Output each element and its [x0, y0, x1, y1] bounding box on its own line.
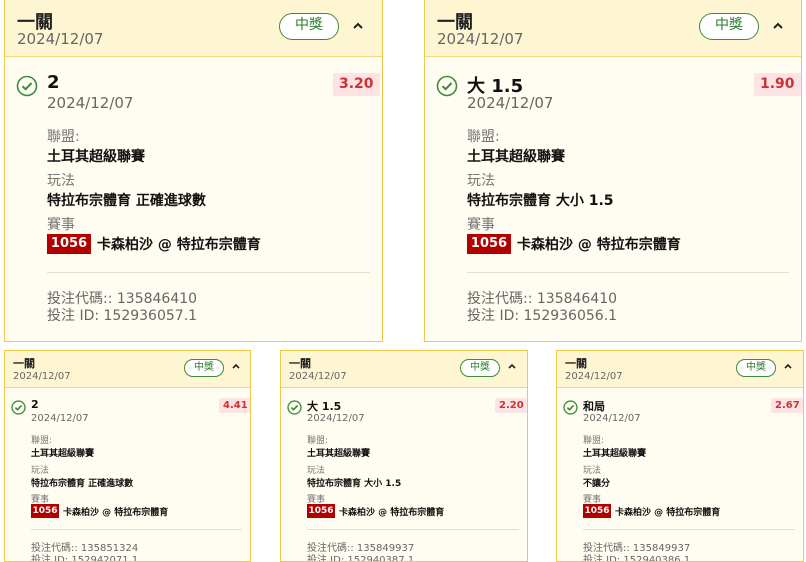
event-code: 1056	[467, 234, 511, 254]
event-name: 卡森柏沙 @ 特拉布宗體育	[97, 237, 261, 253]
event-code: 1056	[307, 504, 335, 518]
market-label: 玩法	[467, 173, 495, 189]
chevron-up-icon[interactable]	[783, 361, 793, 371]
odds-badge: 1.90	[754, 73, 801, 96]
check-circle-icon	[436, 75, 458, 97]
bet-date: 2024/12/07	[17, 30, 104, 48]
chevron-up-icon[interactable]	[771, 19, 785, 33]
event-name: 卡森柏沙 @ 特拉布宗體育	[339, 507, 445, 518]
bet-card: 一關 2024/12/07 中獎 2 2024/12/07 4.41 聯盟: 土…	[4, 350, 251, 562]
event-name: 卡森柏沙 @ 特拉布宗體育	[63, 507, 169, 518]
league-label: 聯盟:	[31, 436, 53, 446]
bet-card: 一關 2024/12/07 中獎 大 1.5 2024/12/07 2.20 聯…	[280, 350, 528, 562]
check-circle-icon	[16, 75, 38, 97]
event-name: 卡森柏沙 @ 特拉布宗體育	[517, 237, 681, 253]
bet-id: 投注 ID: 152942071.1	[31, 555, 139, 562]
odds-badge: 2.67	[771, 398, 803, 413]
check-circle-icon	[11, 400, 26, 415]
selection-date: 2024/12/07	[467, 94, 554, 112]
market-label: 玩法	[47, 173, 75, 189]
card-header[interactable]: 一關 2024/12/07 中獎	[425, 0, 801, 57]
selection-date: 2024/12/07	[307, 413, 365, 424]
card-header[interactable]: 一關 2024/12/07 中獎	[557, 351, 803, 388]
event-row: 1056 卡森柏沙 @ 特拉布宗體育	[47, 234, 261, 254]
bet-card: 一關 2024/12/07 中獎 2 2024/12/07 3.20 聯盟: 土…	[4, 0, 383, 342]
bet-date: 2024/12/07	[289, 371, 347, 382]
chevron-up-icon[interactable]	[231, 361, 241, 371]
status-badge: 中獎	[460, 359, 500, 377]
odds-badge: 3.20	[333, 73, 380, 96]
divider	[47, 272, 370, 273]
divider	[467, 272, 789, 273]
odds-badge: 4.41	[219, 398, 250, 413]
event-row: 1056 卡森柏沙 @ 特拉布宗體育	[307, 504, 444, 518]
bet-date: 2024/12/07	[437, 30, 524, 48]
bet-type: 一關	[13, 357, 35, 370]
league-value: 土耳其超級聯賽	[31, 449, 95, 459]
check-circle-icon	[563, 400, 578, 415]
market-value: 不讓分	[583, 479, 611, 489]
bet-id: 投注 ID: 152936056.1	[467, 308, 618, 324]
event-name: 卡森柏沙 @ 特拉布宗體育	[615, 507, 721, 518]
status-badge: 中獎	[736, 359, 776, 377]
card-header[interactable]: 一關 2024/12/07 中獎	[5, 351, 250, 388]
selection-name: 2	[31, 398, 39, 411]
market-value: 特拉布宗體育 正確進球數	[47, 193, 206, 209]
league-label: 聯盟:	[467, 129, 500, 145]
bet-card: 一關 2024/12/07 中獎 大 1.5 2024/12/07 1.90 聯…	[424, 0, 802, 342]
event-code: 1056	[583, 504, 611, 518]
event-label: 賽事	[47, 217, 75, 233]
divider	[583, 529, 795, 530]
selection-name: 和局	[583, 400, 605, 413]
market-value: 特拉布宗體育 大小 1.5	[467, 193, 614, 209]
league-label: 聯盟:	[307, 436, 329, 446]
check-circle-icon	[287, 400, 302, 415]
bet-id: 投注 ID: 152936057.1	[47, 308, 198, 324]
divider	[31, 529, 242, 530]
selection-name: 大 1.5	[307, 400, 342, 413]
event-row: 1056 卡森柏沙 @ 特拉布宗體育	[467, 234, 681, 254]
status-badge: 中獎	[699, 13, 759, 40]
chevron-up-icon[interactable]	[351, 19, 365, 33]
market-label: 玩法	[307, 466, 326, 476]
bet-id: 投注 ID: 152940386.1	[583, 555, 691, 562]
event-code: 1056	[31, 504, 59, 518]
selection-date: 2024/12/07	[31, 413, 89, 424]
league-label: 聯盟:	[583, 436, 605, 446]
market-value: 特拉布宗體育 大小 1.5	[307, 479, 402, 489]
bet-id: 投注 ID: 152940387.1	[307, 555, 415, 562]
league-value: 土耳其超級聯賽	[47, 149, 145, 165]
selection-date: 2024/12/07	[583, 413, 641, 424]
bet-type: 一關	[565, 357, 587, 370]
bet-type: 一關	[289, 357, 311, 370]
selection-name: 2	[47, 72, 60, 93]
event-label: 賽事	[467, 217, 495, 233]
selection-date: 2024/12/07	[47, 94, 134, 112]
league-value: 土耳其超級聯賽	[583, 449, 647, 459]
league-value: 土耳其超級聯賽	[467, 149, 565, 165]
bet-date: 2024/12/07	[565, 371, 623, 382]
bet-date: 2024/12/07	[13, 371, 71, 382]
market-label: 玩法	[583, 466, 602, 476]
card-header[interactable]: 一關 2024/12/07 中獎	[281, 351, 527, 388]
chevron-up-icon[interactable]	[507, 361, 517, 371]
event-row: 1056 卡森柏沙 @ 特拉布宗體育	[583, 504, 720, 518]
market-label: 玩法	[31, 466, 50, 476]
league-label: 聯盟:	[47, 129, 80, 145]
bet-card: 一關 2024/12/07 中獎 和局 2024/12/07 2.67 聯盟: …	[556, 350, 804, 562]
card-header[interactable]: 一關 2024/12/07 中獎	[5, 0, 382, 57]
event-row: 1056 卡森柏沙 @ 特拉布宗體育	[31, 504, 168, 518]
status-badge: 中獎	[279, 13, 339, 40]
event-code: 1056	[47, 234, 91, 254]
odds-badge: 2.20	[495, 398, 527, 413]
divider	[307, 529, 519, 530]
league-value: 土耳其超級聯賽	[307, 449, 371, 459]
status-badge: 中獎	[184, 359, 224, 377]
market-value: 特拉布宗體育 正確進球數	[31, 479, 134, 489]
